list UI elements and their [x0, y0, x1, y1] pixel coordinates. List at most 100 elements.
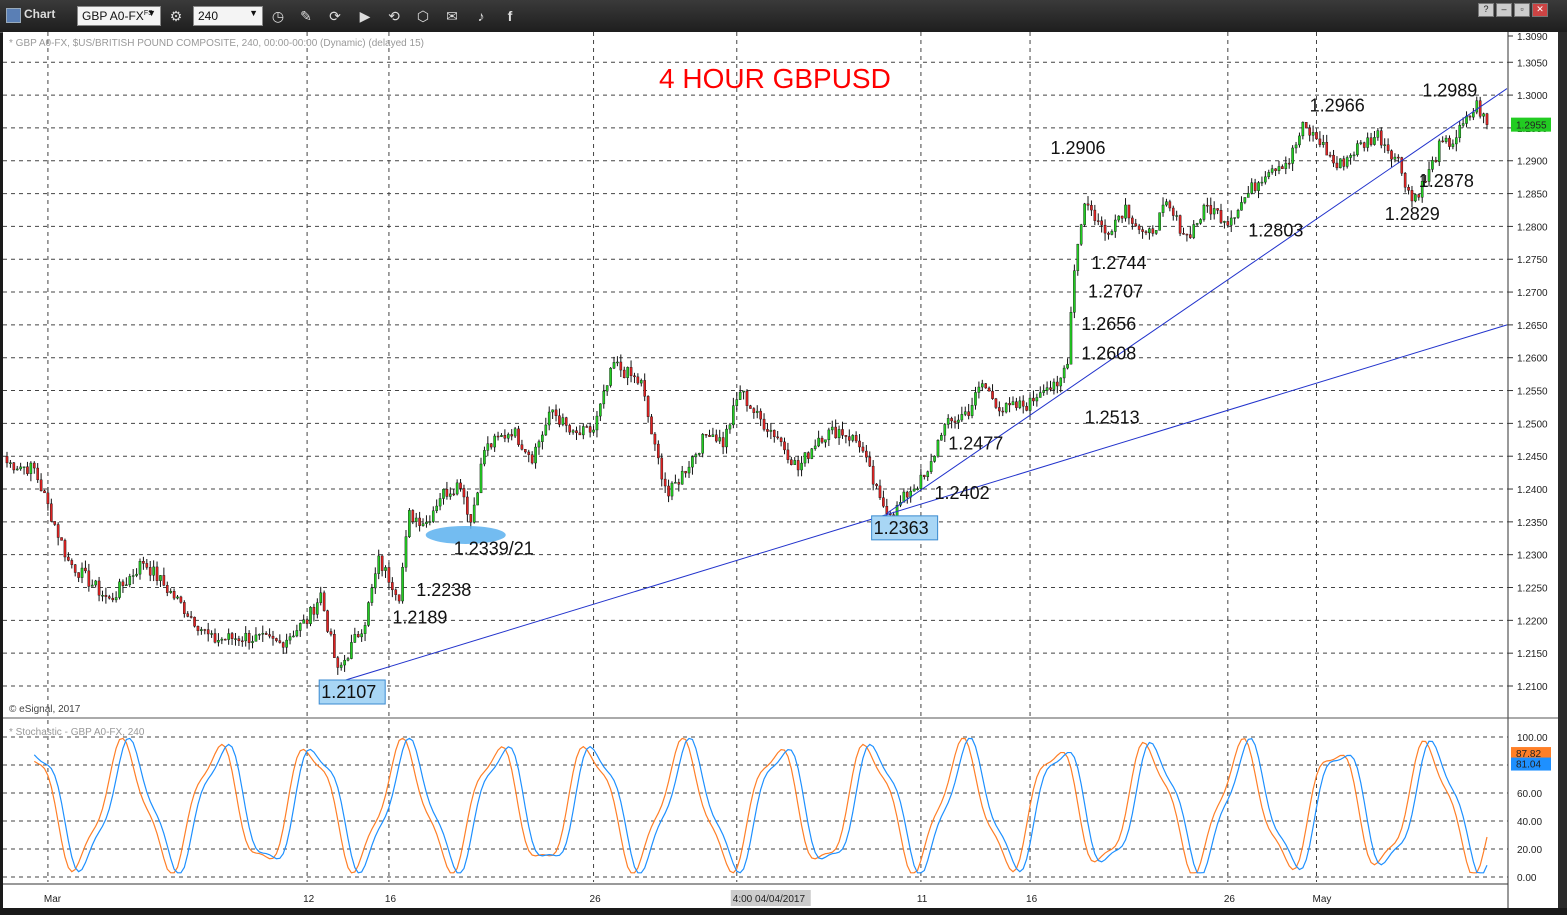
y-tick-label: 1.2850 [1517, 190, 1548, 201]
candle-up [1158, 212, 1161, 231]
rewind-icon[interactable]: ⟲ [384, 6, 404, 26]
facebook-icon[interactable]: f [500, 6, 520, 26]
link-icon[interactable]: ⬡ [413, 6, 433, 26]
candle-up [1376, 130, 1380, 138]
candle-up [128, 576, 132, 586]
candle-down [1386, 144, 1390, 151]
candle-up [425, 521, 428, 524]
candle-up [285, 639, 288, 648]
candle-down [1096, 220, 1100, 222]
candle-up [1199, 219, 1202, 224]
candle-up [919, 474, 923, 489]
close-button[interactable]: ✕ [1532, 3, 1548, 17]
candle-down [987, 387, 991, 392]
candle-down [749, 405, 752, 409]
chevron-down-icon[interactable]: ▼ [249, 8, 258, 18]
stochastic-header: * Stochastic - GBP A0-FX, 240 [9, 727, 145, 738]
candle-up [1291, 147, 1294, 164]
candle-up [15, 468, 19, 471]
candle-up [1356, 143, 1359, 156]
help-button[interactable]: ? [1478, 3, 1494, 17]
chart-header: * GBP A0-FX, $US/BRITISH POUND COMPOSITE… [9, 38, 424, 49]
vertical-scrollbar[interactable] [1558, 32, 1567, 908]
chevron-down-icon[interactable]: ▼ [147, 8, 156, 18]
candle-up [694, 454, 698, 458]
candle-up [599, 403, 602, 417]
candle-down [643, 380, 646, 397]
candle-up [1246, 192, 1250, 198]
message-icon[interactable]: ✉ [442, 6, 462, 26]
candle-down [766, 429, 769, 432]
candle-up [1042, 390, 1045, 393]
candle-down [356, 634, 360, 638]
candle-up [1437, 140, 1441, 163]
candle-up [1192, 224, 1196, 238]
candle-up [360, 633, 363, 638]
candle-up [970, 405, 974, 416]
price-chart[interactable]: 1.30901.30501.30001.29501.29001.28501.28… [3, 32, 1558, 908]
candle-down [1485, 113, 1489, 125]
candle-up [1161, 204, 1165, 213]
candle-up [200, 629, 203, 632]
candle-down [46, 492, 50, 505]
candle-down [278, 640, 282, 643]
candle-down [905, 491, 909, 498]
candle-down [820, 437, 824, 443]
candle-down [588, 426, 592, 433]
candle-down [807, 452, 810, 459]
candle-up [1301, 122, 1305, 137]
candle-up [582, 426, 585, 436]
candle-down [1253, 182, 1257, 191]
candle-up [1062, 367, 1066, 379]
candle-down [145, 563, 149, 568]
refresh-icon[interactable]: ⟳ [325, 6, 345, 26]
candle-down [650, 416, 653, 435]
candle-up [1311, 132, 1315, 136]
settings-gear-icon[interactable]: ⚙ [166, 6, 186, 26]
candle-down [1219, 210, 1223, 223]
candle-up [401, 567, 404, 602]
y-tick-label: 1.2800 [1517, 222, 1548, 233]
price-annotation: 1.2339/21 [454, 539, 534, 559]
candle-down [206, 629, 210, 635]
candle-up [493, 435, 496, 448]
candle-down [1171, 207, 1175, 216]
draw-pencil-icon[interactable]: ✎ [296, 6, 316, 26]
maximize-button[interactable]: ▫ [1514, 3, 1530, 17]
candle-down [1407, 187, 1410, 191]
candle-down [646, 396, 650, 417]
candle-up [813, 445, 817, 450]
candle-up [711, 434, 715, 437]
candle-up [926, 471, 930, 478]
candle-down [994, 398, 998, 408]
candle-down [1001, 410, 1005, 413]
candle-down [104, 595, 108, 597]
x-tick-label: 12 [303, 894, 315, 905]
clock-icon[interactable]: ◷ [268, 6, 288, 26]
candle-down [1287, 162, 1291, 165]
minimize-button[interactable]: – [1496, 3, 1512, 17]
interval-input[interactable]: 240 ▼ [193, 6, 263, 26]
candle-up [244, 633, 248, 642]
candle-down [834, 426, 837, 439]
candle-up [506, 434, 510, 439]
candle-down [1025, 405, 1028, 411]
candle-up [612, 362, 616, 369]
twitter-icon[interactable]: ♪ [471, 6, 491, 26]
candle-down [1206, 204, 1209, 207]
candle-up [1076, 243, 1080, 271]
candle-up [957, 419, 960, 423]
candle-up [697, 453, 701, 455]
candle-down [189, 616, 193, 618]
x-tick-label: 4:00 04/04/2017 [733, 894, 806, 905]
price-annotation: 1.2477 [948, 434, 1003, 454]
candle-down [633, 375, 636, 378]
candle-down [524, 449, 527, 453]
symbol-input[interactable]: GBP A0-FXFS ▼ [77, 6, 161, 26]
candle-down [1032, 397, 1035, 402]
play-icon[interactable]: ▶ [355, 6, 375, 26]
price-annotation: 1.2189 [392, 608, 447, 628]
candle-up [367, 602, 370, 626]
candle-up [1195, 223, 1199, 225]
candle-up [595, 415, 599, 431]
